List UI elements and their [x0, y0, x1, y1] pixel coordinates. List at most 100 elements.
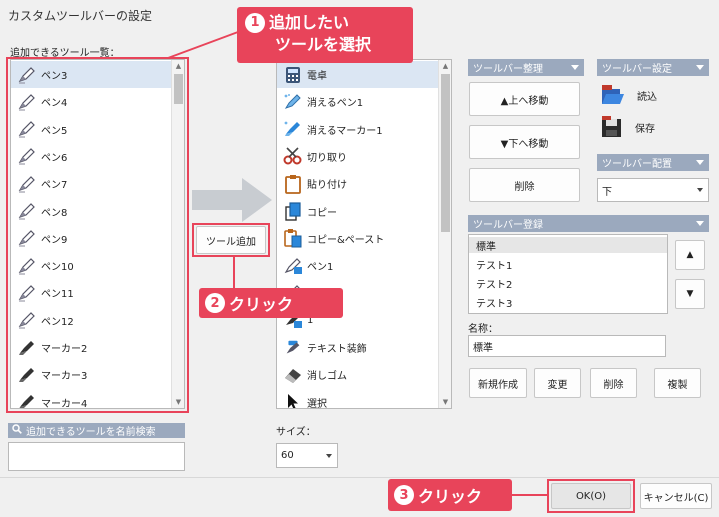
calculator-icon: [283, 66, 303, 84]
step2-text: クリック: [229, 295, 294, 314]
search-icon: [12, 424, 22, 437]
toolbar-tool-label: 消えるペン1: [307, 98, 364, 110]
arrange-header-label: ツールバー整理: [473, 64, 543, 75]
window-title: カスタムツールバーの設定: [8, 9, 153, 23]
placement-value: 下: [602, 186, 612, 198]
add-button-highlight-box: [192, 223, 270, 257]
toolbar-contents-list[interactable]: 選択 消しゴム テキスト装飾 1 ペン1 コピー&ペースト コピー 貼り付け 切り取り 消えるマー…: [276, 59, 452, 409]
pen-icon: [283, 257, 303, 275]
toolbar-tool-label: 貼り付け: [307, 180, 347, 192]
step2-number: 2: [205, 293, 225, 313]
clipboard-paste-icon: [283, 174, 303, 194]
folder-open-icon: [602, 85, 624, 104]
toolbar-tool-item[interactable]: 電卓: [277, 61, 438, 88]
register-move-up-button[interactable]: ▲: [675, 240, 705, 270]
new-toolbar-button[interactable]: 新規作成: [469, 368, 527, 398]
toolbar-tool-item[interactable]: テキスト装飾: [277, 334, 438, 361]
chevron-down-icon: [696, 221, 704, 226]
erasable-marker-icon: [283, 120, 303, 138]
chevron-down-icon: [571, 65, 579, 70]
size-select[interactable]: 60: [276, 443, 338, 468]
placement-header-label: ツールバー配置: [602, 159, 672, 170]
arrow-right-icon: [192, 178, 272, 222]
toolbar-tool-item[interactable]: 切り取り: [277, 143, 438, 170]
ok-highlight-box: [547, 479, 635, 513]
erasable-pen-icon: [283, 93, 303, 111]
chevron-down-icon: [697, 188, 703, 192]
scroll-up-icon[interactable]: ▲: [439, 60, 451, 72]
step1-number: 1: [245, 13, 265, 33]
step1-line1: 追加したい: [269, 13, 350, 32]
scroll-thumb[interactable]: [441, 74, 450, 232]
toolbar-tool-label: 消えるマーカー1: [307, 125, 383, 137]
toolbar-tool-label: コピー: [307, 207, 337, 219]
toolbar-tool-label: ペン1: [307, 262, 334, 274]
callout-connector-line: [233, 257, 235, 290]
toolbar-tool-label: 電卓: [307, 71, 327, 82]
step1-line2: ツールを選択: [275, 35, 372, 54]
toolbar-tool-label: コピー&ペースト: [307, 234, 385, 246]
callout1-pointer: [167, 31, 239, 59]
arrange-header[interactable]: ツールバー整理: [468, 59, 584, 76]
scroll-down-icon[interactable]: ▼: [439, 396, 451, 408]
select-highlight-box: [6, 57, 189, 413]
copy-paste-icon: [283, 229, 303, 248]
remove-tool-button[interactable]: 削除: [469, 168, 580, 202]
scissors-icon: [283, 147, 303, 165]
search-input[interactable]: [8, 442, 185, 471]
toolbar-tool-label: 切り取り: [307, 152, 347, 164]
step3-text: クリック: [418, 487, 483, 506]
toolbar-tool-item[interactable]: 選択: [277, 389, 438, 409]
toolbar-tool-item[interactable]: コピー&ペースト: [277, 225, 438, 252]
placement-header[interactable]: ツールバー配置: [597, 154, 709, 171]
save-button[interactable]: 保存: [601, 114, 681, 140]
size-label: サイズ：: [276, 427, 316, 438]
registered-toolbar-item[interactable]: テスト3: [469, 294, 667, 310]
chevron-down-icon: [326, 453, 332, 458]
name-input[interactable]: 標準: [468, 335, 666, 357]
placement-select[interactable]: 下: [597, 178, 709, 202]
toolbar-tool-item[interactable]: 消えるマーカー1: [277, 116, 438, 143]
register-header[interactable]: ツールバー登録: [468, 215, 709, 232]
save-label: 保存: [635, 123, 655, 135]
callout-step3: 3 クリック: [388, 479, 512, 511]
callout3-pointer-line: [512, 494, 547, 496]
duplicate-toolbar-button[interactable]: 複製: [654, 368, 701, 398]
toolbar-tool-item[interactable]: 貼り付け: [277, 170, 438, 197]
toolbar-tool-item[interactable]: 消しゴム: [277, 361, 438, 388]
cancel-button[interactable]: キャンセル(C): [640, 483, 712, 509]
move-down-button[interactable]: ▼下へ移動: [469, 125, 580, 159]
callout-step2: 2 クリック: [199, 288, 343, 318]
footer-divider: [0, 477, 719, 478]
toolbar-tool-item[interactable]: 消えるペン1: [277, 88, 438, 115]
floppy-save-icon: [602, 116, 621, 137]
toolbar-tool-label: 消しゴム: [307, 371, 347, 383]
register-move-down-button[interactable]: ▼: [675, 279, 705, 309]
search-placeholder: 追加できるツールを名前検索: [26, 427, 156, 438]
chevron-down-icon: [696, 160, 704, 165]
eraser-icon: [283, 366, 303, 384]
size-value: 60: [281, 450, 294, 461]
load-label: 読込: [637, 91, 657, 103]
toolbar-contents-scrollbar[interactable]: ▲ ▼: [438, 60, 451, 408]
toolbar-tool-label: テキスト装飾: [307, 344, 367, 355]
load-button[interactable]: 読込: [601, 82, 681, 108]
callout-step1: 1 追加したい ツールを選択: [237, 7, 413, 63]
toolbar-tool-item[interactable]: ペン1: [277, 252, 438, 279]
settings-header-label: ツールバー設定: [602, 64, 672, 75]
toolbar-tool-label: 選択: [307, 398, 327, 409]
registered-toolbars-list[interactable]: 標準テスト1 テスト2 テスト3: [468, 234, 668, 314]
toolbar-tool-item[interactable]: コピー: [277, 198, 438, 225]
step3-number: 3: [394, 485, 414, 505]
delete-toolbar-button[interactable]: 削除: [590, 368, 637, 398]
registered-toolbar-item[interactable]: 標準: [469, 237, 667, 253]
registered-toolbar-item[interactable]: テスト1: [469, 256, 667, 272]
name-label: 名称：: [468, 324, 498, 335]
change-toolbar-button[interactable]: 変更: [534, 368, 581, 398]
registered-toolbar-item[interactable]: テスト2: [469, 275, 667, 291]
text-decoration-icon: [283, 339, 303, 357]
move-up-button[interactable]: ▲上へ移動: [469, 82, 580, 116]
settings-header[interactable]: ツールバー設定: [597, 59, 709, 76]
search-header: 追加できるツールを名前検索: [8, 423, 185, 438]
chevron-down-icon: [696, 65, 704, 70]
